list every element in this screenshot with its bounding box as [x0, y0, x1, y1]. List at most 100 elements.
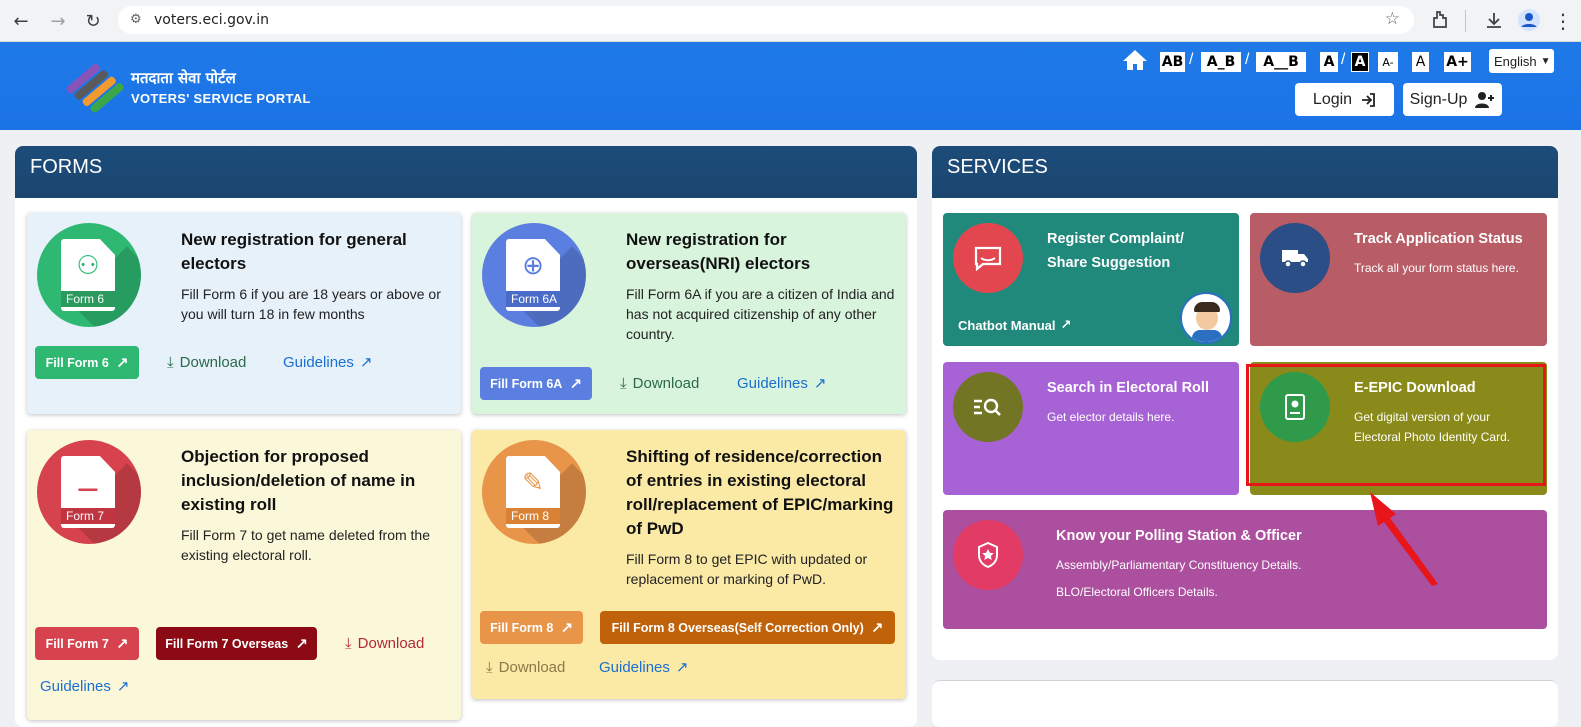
fill-form7-overseas-button[interactable]: Fill Form 7 Overseas ↗: [156, 627, 317, 660]
form8-title: Shifting of residence/correction of entr…: [626, 447, 894, 538]
external-link-icon: ↗: [295, 634, 308, 653]
shield-star-icon: [953, 520, 1023, 590]
download-icon: ⤓: [345, 634, 352, 652]
form6-description: Fill Form 6 if you are 18 years or above…: [181, 286, 441, 322]
external-link-icon: ↗: [1060, 318, 1072, 333]
search-electoral-roll-title: Search in Electoral Roll: [1047, 380, 1209, 396]
download-label: Download: [179, 353, 247, 371]
form8-description: Fill Form 8 to get EPIC with updated or …: [626, 551, 868, 587]
contrast-high-button[interactable]: A: [1351, 52, 1369, 72]
site-info-icon[interactable]: ⚙: [130, 12, 142, 27]
font-style-ab[interactable]: AB: [1160, 52, 1185, 72]
chevron-down-icon: ▼: [1540, 55, 1551, 67]
form6-guidelines-link[interactable]: Guidelines ↗: [283, 353, 372, 371]
external-link-icon: ↗: [116, 677, 130, 695]
forward-icon[interactable]: →: [45, 8, 71, 34]
external-link-icon: ↗: [560, 618, 573, 637]
language-select[interactable]: English ▼: [1489, 49, 1554, 73]
forms-heading: FORMS: [15, 146, 917, 198]
signup-button[interactable]: Sign-Up: [1403, 83, 1502, 116]
extensions-icon[interactable]: [1430, 10, 1450, 30]
form8-download-link[interactable]: ⤓ Download: [486, 658, 565, 676]
form6a-icon: ⊕ Form 6A: [482, 223, 586, 327]
eci-logo[interactable]: [66, 62, 124, 120]
track-application-description: Track all your form status here.: [1354, 261, 1519, 275]
fill-form7-button[interactable]: Fill Form 7 ↗: [35, 627, 139, 660]
add-user-icon: [1475, 91, 1495, 108]
guidelines-label: Guidelines: [737, 374, 808, 392]
fill-form7-overseas-label: Fill Form 7 Overseas: [165, 636, 289, 651]
font-normal-button[interactable]: A: [1412, 52, 1429, 72]
fill-form6a-button[interactable]: Fill Form 6A ↗: [480, 367, 592, 400]
fill-form6-label: Fill Form 6: [45, 355, 109, 370]
fill-form6-button[interactable]: Fill Form 6 ↗: [35, 346, 139, 379]
form6-download-link[interactable]: ⤓ Download: [167, 353, 246, 371]
external-link-icon: ↗: [115, 353, 129, 372]
reload-icon[interactable]: ↻: [80, 8, 106, 34]
chatbot-manual-link[interactable]: Chatbot Manual ↗: [958, 318, 1071, 333]
bookmark-star-icon[interactable]: ☆: [1385, 9, 1400, 29]
track-application-title: Track Application Status: [1354, 231, 1523, 247]
form6a-card: ⊕ Form 6A New registration for overseas(N…: [472, 213, 906, 414]
site-header: मतदाता सेवा पोर्टल VOTERS' SERVICE PORTA…: [0, 42, 1581, 130]
guidelines-label: Guidelines: [40, 677, 111, 695]
contrast-normal-button[interactable]: A: [1320, 52, 1338, 72]
font-decrease-button[interactable]: A-: [1378, 52, 1398, 72]
external-link-icon: ↗: [870, 618, 884, 637]
form6-title: New registration for general electors: [181, 230, 407, 273]
search-electoral-roll-card[interactable]: Search in Electoral Roll Get elector det…: [943, 362, 1239, 495]
portal-title-hindi: मतदाता सेवा पोर्टल: [131, 69, 236, 87]
search-list-icon: [953, 372, 1023, 442]
register-complaint-title: Register Complaint/ Share Suggestion: [1047, 231, 1184, 271]
external-link-icon: ↗: [359, 353, 373, 371]
track-application-card[interactable]: Track Application Status Track all your …: [1250, 213, 1547, 346]
fill-form8-overseas-button[interactable]: Fill Form 8 Overseas(Self Correction Onl…: [600, 611, 895, 644]
fill-form8-overseas-label: Fill Form 8 Overseas(Self Correction Onl…: [611, 620, 864, 635]
forms-panel: FORMS ⚇ Form 6 New registration for gener…: [15, 146, 917, 727]
form7-description: Fill Form 7 to get name deleted from the…: [181, 527, 430, 563]
portal-title-english: VOTERS' SERVICE PORTAL: [131, 91, 311, 106]
login-button[interactable]: Login: [1295, 83, 1394, 116]
browser-toolbar: ← → ↻ ⚙ voters.eci.gov.in ☆ ⋮: [0, 0, 1581, 42]
guidelines-label: Guidelines: [599, 658, 670, 676]
download-icon: ⤓: [620, 374, 627, 392]
download-icon: ⤓: [167, 353, 174, 371]
form7-icon: ⚊ Form 7: [37, 440, 141, 544]
signup-label: Sign-Up: [1409, 90, 1468, 108]
separator: /: [1341, 51, 1346, 68]
external-link-icon: ↗: [675, 658, 689, 676]
polling-station-card[interactable]: Know your Polling Station & Officer Asse…: [943, 510, 1547, 629]
font-increase-button[interactable]: A+: [1444, 52, 1471, 72]
annotation-arrow-icon: [1370, 492, 1438, 586]
form7-guidelines-link[interactable]: Guidelines ↗: [40, 677, 129, 695]
login-label: Login: [1312, 90, 1353, 108]
form7-title: Objection for proposed inclusion/deletio…: [181, 447, 416, 514]
fill-form8-button[interactable]: Fill Form 8 ↗: [480, 611, 583, 644]
font-style-a--b[interactable]: A__B: [1256, 52, 1306, 72]
form8-card: ✎ Form 8 Shifting of residence/correction…: [472, 430, 906, 699]
form7-download-link[interactable]: ⤓ Download: [345, 634, 424, 652]
register-complaint-card[interactable]: Register Complaint/ Share Suggestion Cha…: [943, 213, 1239, 346]
form6a-description: Fill Form 6A if you are a citizen of Ind…: [626, 286, 895, 342]
fill-form8-label: Fill Form 8: [490, 620, 554, 635]
address-bar[interactable]: ⚙ voters.eci.gov.in ☆: [118, 6, 1414, 34]
form7-card: ⚊ Form 7 Objection for proposed inclusion…: [27, 430, 461, 720]
form6a-download-link[interactable]: ⤓ Download: [620, 374, 699, 392]
next-panel: [932, 680, 1558, 727]
services-heading: SERVICES: [932, 146, 1558, 198]
download-label: Download: [498, 658, 566, 676]
home-icon[interactable]: [1122, 48, 1148, 72]
font-style-a-b[interactable]: A_B: [1201, 52, 1241, 72]
search-electoral-roll-description: Get elector details here.: [1047, 410, 1175, 424]
form8-guidelines-link[interactable]: Guidelines ↗: [599, 658, 688, 676]
download-label: Download: [632, 374, 700, 392]
voter-mitra-chatbot-icon[interactable]: [1180, 292, 1232, 344]
form6a-guidelines-link[interactable]: Guidelines ↗: [737, 374, 826, 392]
back-icon[interactable]: ←: [8, 8, 34, 34]
separator: /: [1245, 51, 1250, 68]
browser-menu-icon[interactable]: ⋮: [1550, 8, 1576, 34]
url-text: voters.eci.gov.in: [154, 12, 269, 28]
form8-icon: ✎ Form 8: [482, 440, 586, 544]
profile-icon[interactable]: [1518, 9, 1540, 31]
download-icon[interactable]: [1484, 10, 1504, 30]
